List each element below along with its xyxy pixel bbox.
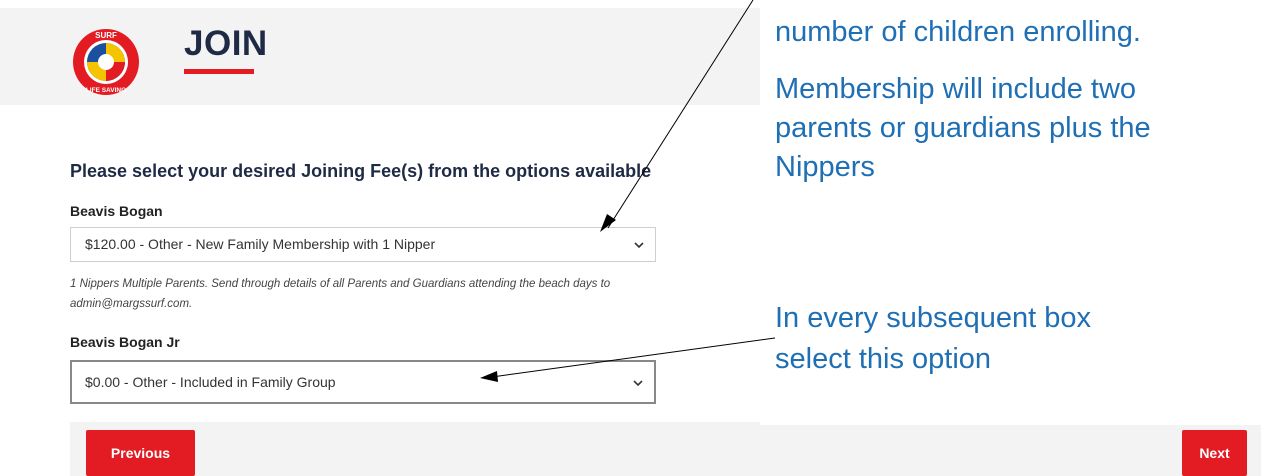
annotation-arrows xyxy=(480,0,776,382)
callout-arrow xyxy=(607,0,754,229)
arrow-head xyxy=(480,371,498,382)
arrow-head xyxy=(600,214,616,232)
callout-arrow xyxy=(491,337,776,378)
